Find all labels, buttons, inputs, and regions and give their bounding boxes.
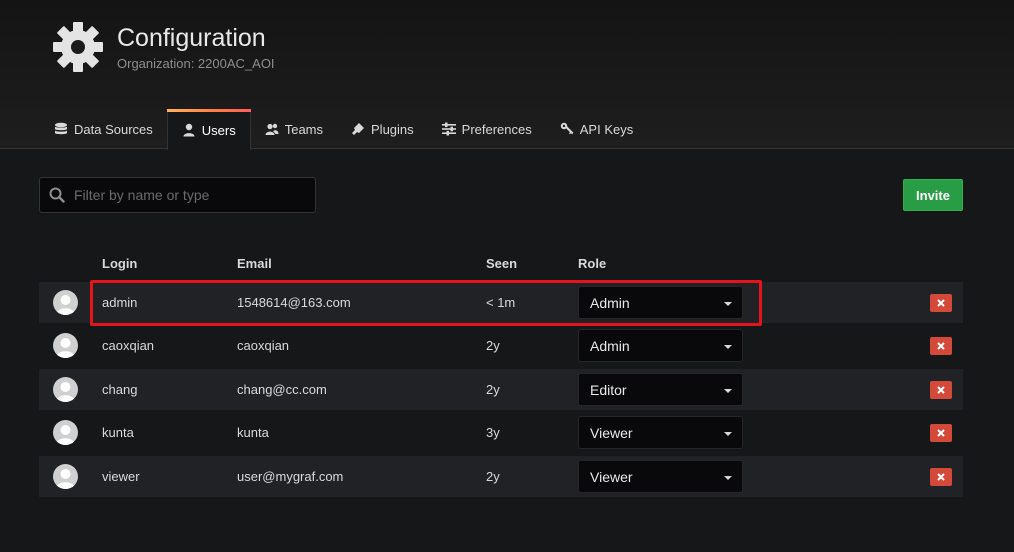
close-icon — [937, 429, 945, 437]
key-icon — [560, 122, 574, 136]
tab-label: API Keys — [579, 121, 634, 137]
close-icon — [937, 473, 945, 481]
column-header-login: Login — [102, 256, 138, 271]
tab-preferences[interactable]: Preferences — [428, 109, 546, 149]
table-row: chang chang@cc.com 2y Editor — [39, 369, 963, 410]
delete-user-button[interactable] — [930, 468, 952, 486]
role-select[interactable]: Editor — [578, 373, 743, 406]
tab-label: Users — [201, 122, 236, 138]
role-select[interactable]: Admin — [578, 286, 743, 319]
tab-users[interactable]: Users — [166, 109, 251, 150]
tab-label: Data Sources — [74, 121, 153, 137]
delete-user-button[interactable] — [930, 424, 952, 442]
table-row: caoxqian caoxqian 2y Admin — [39, 325, 963, 366]
page-subtitle: Organization: 2200AC_AOI — [117, 56, 275, 71]
avatar — [53, 290, 78, 315]
column-header-seen: Seen — [486, 256, 518, 271]
role-select[interactable]: Admin — [578, 329, 743, 362]
caret-down-icon — [724, 432, 732, 436]
search-input[interactable] — [74, 187, 304, 203]
user-seen: 2y — [486, 338, 500, 353]
avatar — [53, 464, 78, 489]
caret-down-icon — [724, 345, 732, 349]
table-row: viewer user@mygraf.com 2y Viewer — [39, 456, 963, 497]
table-row: kunta kunta 3y Viewer — [39, 412, 963, 453]
column-header-role: Role — [578, 256, 607, 271]
user-seen: 3y — [486, 425, 500, 440]
page-header: Configuration Organization: 2200AC_AOI D… — [0, 0, 1014, 150]
tab-data-sources[interactable]: Data Sources — [40, 109, 167, 149]
database-icon — [54, 122, 68, 136]
role-value: Viewer — [590, 425, 633, 441]
tab-label: Teams — [284, 121, 324, 137]
users-icon — [265, 122, 279, 136]
delete-user-button[interactable] — [930, 294, 952, 312]
user-login: caoxqian — [102, 338, 155, 353]
page-title: Configuration — [117, 24, 266, 52]
role-value: Admin — [590, 295, 630, 311]
role-select[interactable]: Viewer — [578, 460, 743, 493]
user-seen: 2y — [486, 469, 500, 484]
user-login: admin — [102, 295, 138, 310]
role-select[interactable]: Viewer — [578, 416, 743, 449]
plug-icon — [351, 122, 365, 136]
user-login: viewer — [102, 469, 140, 484]
caret-down-icon — [724, 302, 732, 306]
close-icon — [937, 299, 945, 307]
column-header-email: Email — [237, 256, 272, 271]
user-seen: < 1m — [486, 295, 516, 310]
tab-plugins[interactable]: Plugins — [337, 109, 428, 149]
tab-api-keys[interactable]: API Keys — [546, 109, 647, 149]
user-email: user@mygraf.com — [237, 469, 344, 484]
invite-button[interactable]: Invite — [903, 179, 963, 211]
close-icon — [937, 386, 945, 394]
delete-user-button[interactable] — [930, 337, 952, 355]
caret-down-icon — [724, 476, 732, 480]
user-email: chang@cc.com — [237, 382, 327, 397]
user-email: caoxqian — [237, 338, 290, 353]
user-login: kunta — [102, 425, 134, 440]
delete-user-button[interactable] — [930, 381, 952, 399]
avatar — [53, 333, 78, 358]
user-seen: 2y — [486, 382, 500, 397]
user-search — [39, 177, 316, 213]
role-value: Viewer — [590, 469, 633, 485]
close-icon — [937, 342, 945, 350]
user-login: chang — [102, 382, 138, 397]
user-email: 1548614@163.com — [237, 295, 351, 310]
table-row: admin 1548614@163.com < 1m Admin — [39, 282, 963, 323]
config-tabs: Data Sources Users Teams Plugins Prefere… — [40, 109, 647, 150]
gear-icon — [53, 22, 103, 72]
user-icon — [182, 123, 196, 137]
caret-down-icon — [724, 389, 732, 393]
tab-label: Plugins — [371, 121, 414, 137]
user-email: kunta — [237, 425, 269, 440]
avatar — [53, 377, 78, 402]
avatar — [53, 420, 78, 445]
role-value: Admin — [590, 338, 630, 354]
tab-teams[interactable]: Teams — [251, 109, 337, 149]
tab-label: Preferences — [461, 121, 532, 137]
role-value: Editor — [590, 382, 627, 398]
search-icon — [40, 187, 74, 203]
users-table-header: Login Email Seen Role — [39, 250, 963, 276]
sliders-icon — [441, 122, 456, 136]
